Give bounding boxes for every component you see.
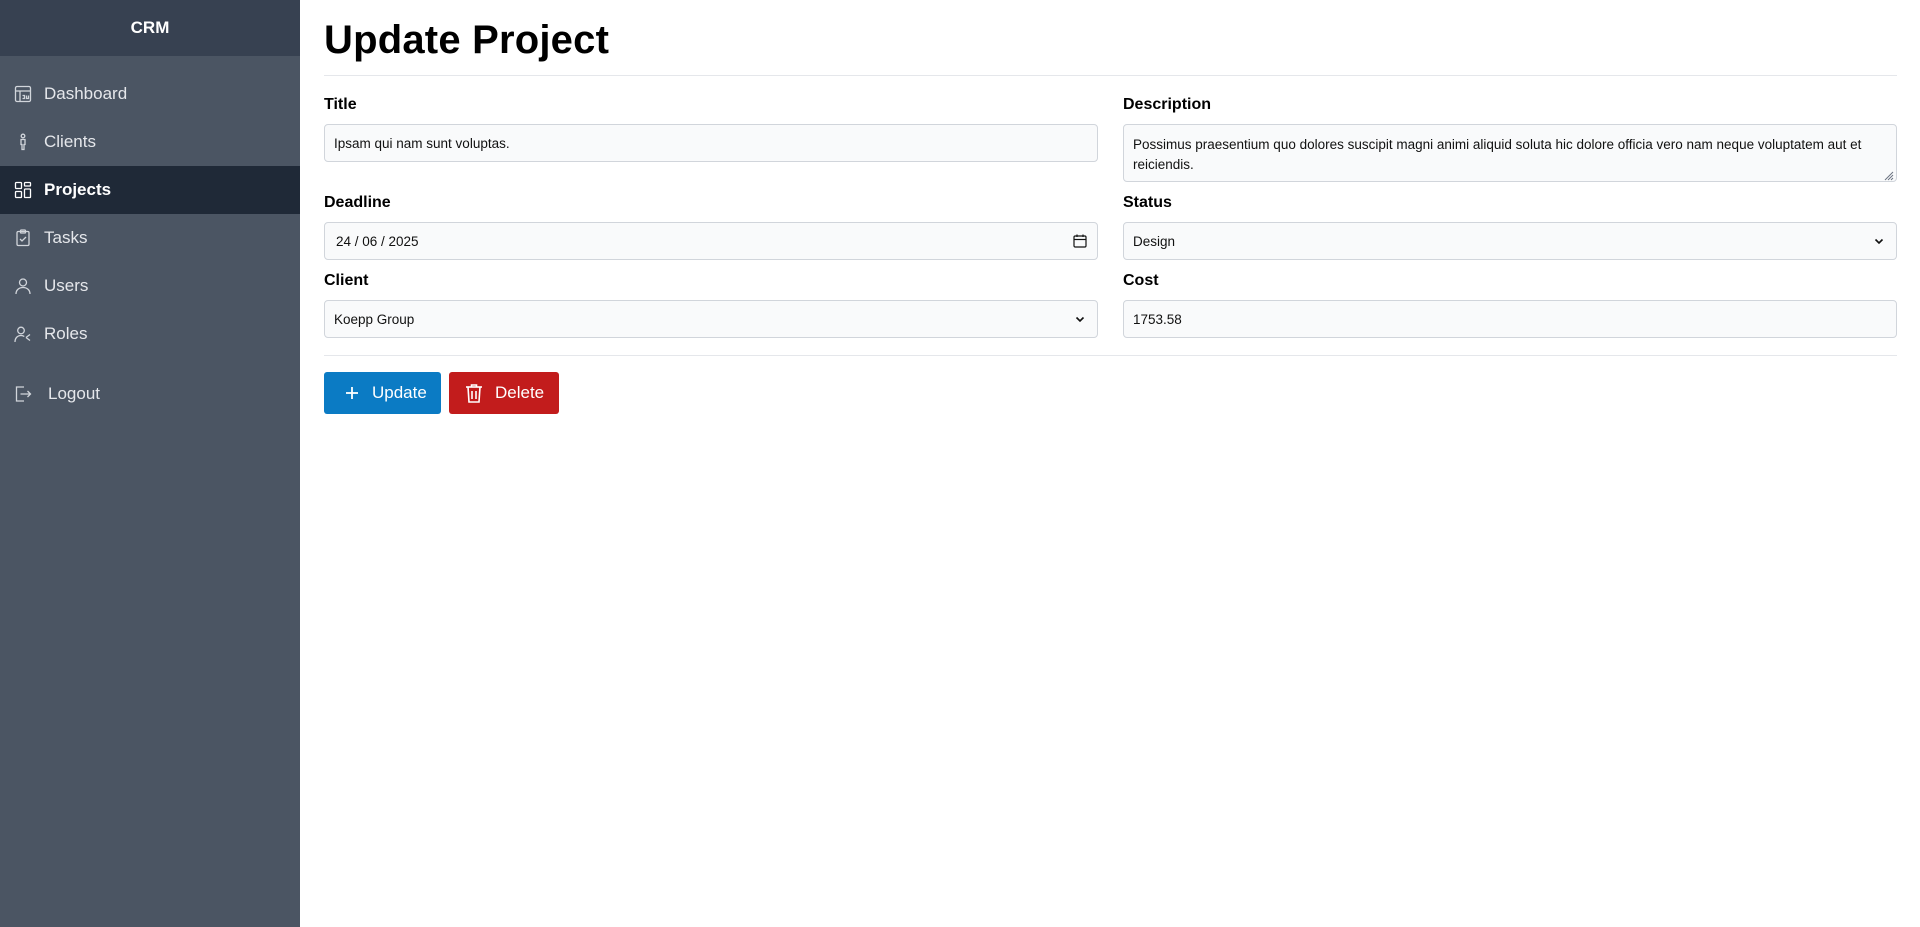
sidebar-item-label: Logout	[48, 384, 100, 403]
client-select[interactable]: Koepp Group	[324, 300, 1098, 338]
sidebar-item-logout[interactable]: Logout	[0, 370, 300, 418]
chevron-down-icon	[1073, 312, 1087, 326]
roles-icon	[14, 325, 32, 343]
update-button[interactable]: Update	[324, 372, 441, 414]
deadline-date-input[interactable]: 24 / 06 / 2025	[324, 222, 1098, 260]
form-actions: Update Delete	[324, 372, 1897, 414]
deadline-field-group: Deadline 24 / 06 / 2025	[324, 194, 1098, 260]
description-textarea-value: Possimus praesentium quo dolores suscipi…	[1133, 137, 1862, 172]
title-input-value: Ipsam qui nam sunt voluptas.	[334, 135, 510, 151]
trash-icon	[465, 384, 483, 403]
sidebar-item-projects[interactable]: Projects	[0, 166, 300, 214]
sidebar-item-roles[interactable]: Roles	[0, 310, 300, 358]
form-divider	[324, 355, 1897, 356]
clipboard-icon	[14, 229, 32, 247]
description-label: Description	[1123, 96, 1212, 113]
status-select-value: Design	[1133, 233, 1176, 249]
status-field-group: Status Design	[1123, 194, 1897, 260]
sidebar-item-label: Roles	[44, 324, 88, 343]
cost-input-value: 1753.58	[1133, 311, 1182, 327]
sidebar-item-label: Clients	[44, 132, 96, 151]
user-icon	[14, 277, 32, 295]
resize-grip-icon[interactable]	[1882, 167, 1894, 181]
sidebar-item-dashboard[interactable]: Dashboard	[0, 70, 300, 118]
sidebar-item-label: Users	[44, 276, 89, 295]
cost-label: Cost	[1123, 272, 1159, 289]
sidebar-item-tasks[interactable]: Tasks	[0, 214, 300, 262]
brand-title: CRM	[0, 0, 300, 56]
deadline-input-value: 24 / 06 / 2025	[336, 233, 419, 249]
sidebar-item-label: Dashboard	[44, 84, 128, 103]
title-label: Title	[324, 96, 357, 113]
projects-icon	[14, 181, 32, 199]
title-input[interactable]: Ipsam qui nam sunt voluptas.	[324, 124, 1098, 162]
person-icon	[14, 133, 32, 151]
update-button-label: Update	[372, 383, 427, 402]
sidebar-nav: Dashboard Clients Projects Tasks Users R…	[0, 56, 300, 418]
plus-icon	[344, 384, 360, 402]
project-form: Title Ipsam qui nam sunt voluptas. Descr…	[324, 96, 1897, 350]
sidebar-item-users[interactable]: Users	[0, 262, 300, 310]
app: CRM Dashboard Clients Projects Tasks Use…	[0, 0, 1920, 927]
status-select[interactable]: Design	[1123, 222, 1897, 260]
title-field-group: Title Ipsam qui nam sunt voluptas.	[324, 96, 1098, 182]
status-label: Status	[1123, 194, 1172, 211]
delete-button[interactable]: Delete	[449, 372, 559, 414]
cost-field-group: Cost 1753.58	[1123, 272, 1897, 338]
sidebar-item-label: Tasks	[44, 228, 88, 247]
deadline-label: Deadline	[324, 194, 391, 211]
main-content: Update Project Title Ipsam qui nam sunt …	[300, 0, 1920, 927]
description-textarea[interactable]: Possimus praesentium quo dolores suscipi…	[1123, 124, 1897, 182]
client-field-group: Client Koepp Group	[324, 272, 1098, 338]
description-field-group: Description Possimus praesentium quo dol…	[1123, 96, 1897, 182]
logout-icon	[14, 385, 32, 403]
sidebar-item-label: Projects	[44, 180, 112, 199]
dashboard-icon	[14, 85, 32, 103]
page-title: Update Project	[324, 18, 1897, 76]
client-label: Client	[324, 272, 369, 289]
cost-input[interactable]: 1753.58	[1123, 300, 1897, 338]
client-select-value: Koepp Group	[334, 311, 415, 327]
calendar-icon[interactable]	[1073, 234, 1087, 248]
sidebar-item-clients[interactable]: Clients	[0, 118, 300, 166]
chevron-down-icon	[1872, 234, 1886, 248]
sidebar: CRM Dashboard Clients Projects Tasks Use…	[0, 0, 300, 927]
delete-button-label: Delete	[495, 383, 545, 402]
